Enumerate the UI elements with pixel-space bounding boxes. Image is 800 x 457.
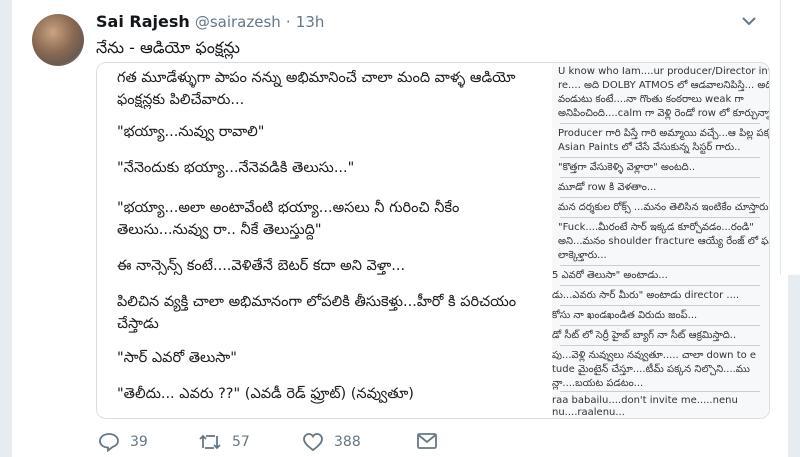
timestamp[interactable]: 13h	[296, 13, 325, 31]
side-text-line: "Fuck....మీరంటే సార్ ఇక్కడ కూర్చోవడం...ర…	[558, 222, 754, 233]
direct-message-button[interactable]	[416, 432, 448, 450]
retweet-icon	[199, 434, 221, 450]
reply-button[interactable]: 39	[98, 432, 148, 452]
divider	[560, 345, 760, 346]
divider	[560, 285, 760, 286]
divider	[560, 123, 760, 124]
paragraph: "భయ్యా...నువ్వు రావాలి"	[117, 124, 265, 140]
paragraph: "నేనెందుకు భయ్యా...నేనెవడికి తెలుసు..."	[117, 160, 355, 176]
paragraph: "తెలీదు... ఎవరు ??" (ఎవడీ రెడ్ ఫ్రూట్) (…	[117, 386, 414, 402]
side-text-line: కోసు నా ఖండఖండిత విరుదు జంప్...	[552, 310, 698, 321]
author-name[interactable]: Sai Rajesh	[96, 12, 190, 31]
side-text-line: "కొత్తగా వేసుకెళ్ళి వెళ్లారా" అంటది..	[558, 162, 696, 173]
divider	[560, 305, 760, 306]
paragraph: గత మూడేళ్ళుగా పాపం నన్ను అభిమానించే చాలా…	[117, 70, 516, 108]
divider	[560, 177, 760, 178]
tweet-header: Sai Rajesh @sairazesh · 13h	[96, 12, 324, 31]
like-button[interactable]: 388	[302, 432, 361, 452]
side-text-line: డు...ఎవరు సార్ మీరు" అంటాడు director ...…	[552, 290, 740, 301]
like-icon	[303, 433, 323, 452]
side-text-line: tude మైంటైన్ చేస్తూ....టీమ్ పక్కన నిల్చొ…	[552, 364, 750, 375]
divider	[560, 391, 760, 392]
divider	[560, 157, 760, 158]
paragraph: "సార్ ఎవరో తెలుసా"	[117, 350, 237, 366]
side-text-line: మన దర్శకుల రోక్స్ ...మనం తెలిసిన ఇంటికేం…	[558, 202, 769, 213]
divider	[560, 217, 760, 218]
like-count: 388	[334, 434, 361, 450]
side-text-line: మూడో row కి వెళతాం...	[558, 182, 657, 193]
side-text-line: nu....raalenu...	[552, 407, 625, 418]
side-text-line: అనిపించింది....calm గా వెళ్లి రెండో row …	[558, 108, 769, 119]
separator: ·	[285, 13, 291, 31]
tweet-image[interactable]: గత మూడేళ్ళుగా పాపం నన్ను అభిమానించే చాలా…	[96, 62, 770, 419]
side-text-line: U know who Iam....ur producer/Director i…	[558, 66, 769, 77]
paragraph: పిలిచిన వ్యక్తి చాలా అభిమానంగా లోపలికి త…	[117, 294, 517, 332]
side-document: U know who Iam....ur producer/Director i…	[552, 63, 769, 418]
divider	[560, 197, 760, 198]
reply-count: 39	[130, 434, 148, 450]
side-text-line: 5 ఎవరో తెలుసా" అంటాడు...	[552, 270, 668, 281]
side-text-line: పు...వెళ్లి నువ్వులు నవ్వుతూ..... చాలా d…	[552, 350, 757, 361]
avatar[interactable]	[32, 14, 84, 66]
document-page: గత మూడేళ్ళుగా పాపం నన్ను అభిమానించే చాలా…	[97, 63, 552, 418]
side-text-line: డో సీట్ లో సెర్రీ హైబ్ బ్యాగ్ నా సీట్ ఆక…	[552, 330, 737, 341]
adjacent-panel-edge	[780, 0, 800, 275]
side-text-line: re.... అది DOLBY ATMOS లో ఆడవాలనిపిస్తి.…	[558, 80, 769, 91]
author-handle[interactable]: @sairazesh	[195, 13, 281, 31]
paragraph: ఈ నాన్సెన్స్ కంటే....వెళితేనే బెటర్ కదా …	[117, 258, 406, 274]
reply-icon	[99, 433, 119, 452]
tweet-text: నేను - ఆడియో ఫంక్షన్లు	[96, 38, 240, 57]
side-text-line: అని...మనం shoulder fracture ఆయ్యే రేంజ్ …	[558, 236, 769, 247]
side-text-line: న్లా....బయట పడటం...	[552, 378, 644, 389]
paragraph: "భయ్యా...అలా అంటావేంటి భయ్యా...అసలు నీ గ…	[117, 200, 460, 238]
side-text-line: లాక్కెళ్తారు...	[558, 250, 607, 261]
side-text-line: వండుటు కంటే....నా గొంతు కంఠరాలు weak గా	[558, 94, 744, 105]
side-text-line: Producer గారి పిస్తే గారి అమ్మాయి వచ్చే.…	[558, 128, 769, 139]
chevron-down-icon[interactable]	[740, 14, 758, 28]
side-text-line: Asian Paints లో చేసే వేసుకున్న సిస్టర్ గ…	[558, 142, 741, 153]
retweet-button[interactable]: 57	[198, 432, 250, 452]
divider	[560, 325, 760, 326]
tweet-card: Sai Rajesh @sairazesh · 13h నేను - ఆడియో…	[12, 0, 788, 457]
divider	[560, 265, 760, 266]
message-icon	[417, 433, 437, 449]
retweet-count: 57	[232, 434, 250, 450]
